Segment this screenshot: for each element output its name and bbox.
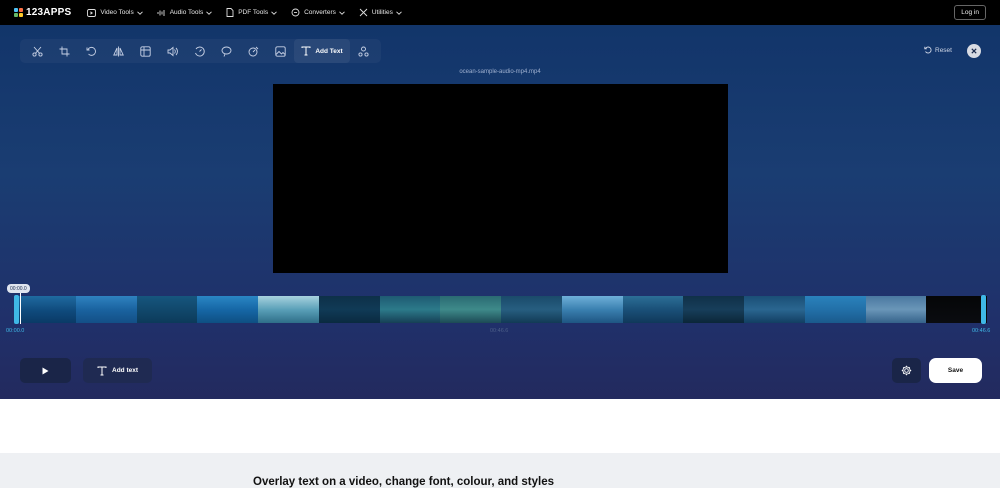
- add-text-tool-label: Add Text: [315, 47, 343, 55]
- resize-tool[interactable]: [132, 39, 159, 63]
- crop-tool[interactable]: [51, 39, 78, 63]
- record-tool[interactable]: [350, 39, 377, 63]
- top-nav: 123APPS Video Tools Audio Tools PDF Tool…: [0, 0, 1000, 25]
- cut-tool[interactable]: [24, 39, 51, 63]
- add-text-button-label: Add text: [112, 367, 138, 374]
- playhead-time-bubble: 00:00.0: [7, 284, 30, 293]
- add-text-icon: [97, 366, 107, 375]
- converters-icon: [291, 8, 300, 17]
- nav-video-tools-label: Video Tools: [100, 9, 134, 16]
- timeline-frame: [197, 296, 258, 323]
- timeline-duration: 00:46.6: [490, 328, 509, 334]
- nav-utilities-label: Utilities: [371, 9, 393, 16]
- pdf-icon: [226, 8, 234, 17]
- gear-icon: [901, 365, 912, 376]
- rotate-tool[interactable]: [78, 39, 105, 63]
- loop-tool[interactable]: [213, 39, 240, 63]
- timeline-frame: [865, 296, 927, 323]
- add-text-icon: [301, 46, 311, 56]
- timeline-frame: [804, 296, 866, 323]
- play-icon: [42, 367, 49, 374]
- timeline-frame: [561, 296, 623, 323]
- nav-converters[interactable]: Converters: [291, 8, 345, 17]
- play-button[interactable]: [20, 358, 71, 383]
- info-section: Overlay text on a video, change font, co…: [0, 453, 1000, 488]
- image-icon: [275, 45, 286, 57]
- timeline-frame: [440, 296, 501, 323]
- timeline-strip[interactable]: [15, 296, 987, 323]
- video-preview[interactable]: [273, 84, 728, 273]
- video-icon: [87, 8, 97, 17]
- flip-icon: [113, 46, 124, 56]
- spacer-band: [0, 399, 1000, 453]
- add-text-button[interactable]: Add text: [83, 358, 152, 383]
- flip-tool[interactable]: [105, 39, 132, 63]
- editor-toolbar: Add Text: [20, 39, 381, 63]
- nav-converters-label: Converters: [304, 9, 336, 16]
- section-headline: Overlay text on a video, change font, co…: [253, 476, 554, 488]
- settings-button[interactable]: [892, 358, 921, 383]
- nav-pdf-tools[interactable]: PDF Tools: [226, 8, 277, 17]
- timeline-start-time: 00:00.0: [6, 328, 25, 334]
- timeline-frame: [136, 296, 198, 323]
- record-icon: [358, 46, 369, 57]
- utilities-icon: [359, 8, 368, 17]
- reset-icon: [924, 46, 932, 54]
- timeline-frame: [926, 296, 987, 323]
- reset-label: Reset: [935, 46, 952, 54]
- resize-icon: [140, 45, 151, 57]
- timeline-frame: [501, 296, 562, 323]
- stabilize-icon: [248, 46, 259, 56]
- audio-icon: [157, 9, 165, 16]
- stabilize-tool[interactable]: [240, 39, 267, 63]
- trim-handle-start[interactable]: [14, 295, 19, 324]
- timeline-frame: [744, 296, 805, 323]
- chevron-down-icon: [271, 10, 277, 15]
- close-icon: [971, 48, 977, 54]
- logo[interactable]: 123APPS: [14, 7, 71, 18]
- save-button[interactable]: Save: [929, 358, 982, 383]
- timeline-frame: [683, 296, 744, 323]
- volume-icon: [167, 46, 178, 56]
- nav-audio-tools[interactable]: Audio Tools: [157, 8, 213, 17]
- chevron-down-icon: [206, 10, 213, 15]
- chevron-down-icon: [136, 10, 143, 15]
- timeline-frame: [15, 296, 76, 323]
- logo-icon: [14, 8, 23, 17]
- video-filename: ocean-sample-audio-mp4.mp4: [459, 69, 541, 75]
- chevron-down-icon: [339, 10, 345, 15]
- timeline-frame: [318, 296, 380, 323]
- timeline-frame: [379, 296, 441, 323]
- reset-button[interactable]: Reset: [924, 46, 952, 54]
- timeline-frame: [258, 296, 319, 323]
- speed-tool[interactable]: [186, 39, 213, 63]
- close-button[interactable]: [967, 44, 981, 58]
- chevron-down-icon: [396, 10, 402, 15]
- video-editor: Add Text Reset ocean-sample-audio-mp4.mp…: [0, 25, 1000, 399]
- volume-tool[interactable]: [159, 39, 186, 63]
- timeline-frame: [622, 296, 684, 323]
- trim-handle-end[interactable]: [981, 295, 986, 324]
- nav-pdf-tools-label: PDF Tools: [238, 9, 269, 16]
- nav-audio-tools-label: Audio Tools: [169, 9, 204, 16]
- crop-icon: [59, 46, 70, 56]
- login-button[interactable]: Log in: [954, 5, 986, 20]
- cut-icon: [32, 46, 43, 57]
- nav-video-tools[interactable]: Video Tools: [87, 8, 143, 17]
- add-text-tool[interactable]: Add Text: [294, 39, 350, 63]
- timeline-frame: [75, 296, 137, 323]
- nav-utilities[interactable]: Utilities: [359, 8, 402, 17]
- image-tool[interactable]: [267, 39, 294, 63]
- speed-icon: [195, 46, 205, 56]
- playhead[interactable]: [20, 293, 21, 324]
- rotate-icon: [86, 46, 96, 56]
- loop-icon: [221, 46, 232, 57]
- timeline-end-time: 00:46.6: [972, 328, 991, 334]
- logo-text: 123APPS: [26, 7, 72, 18]
